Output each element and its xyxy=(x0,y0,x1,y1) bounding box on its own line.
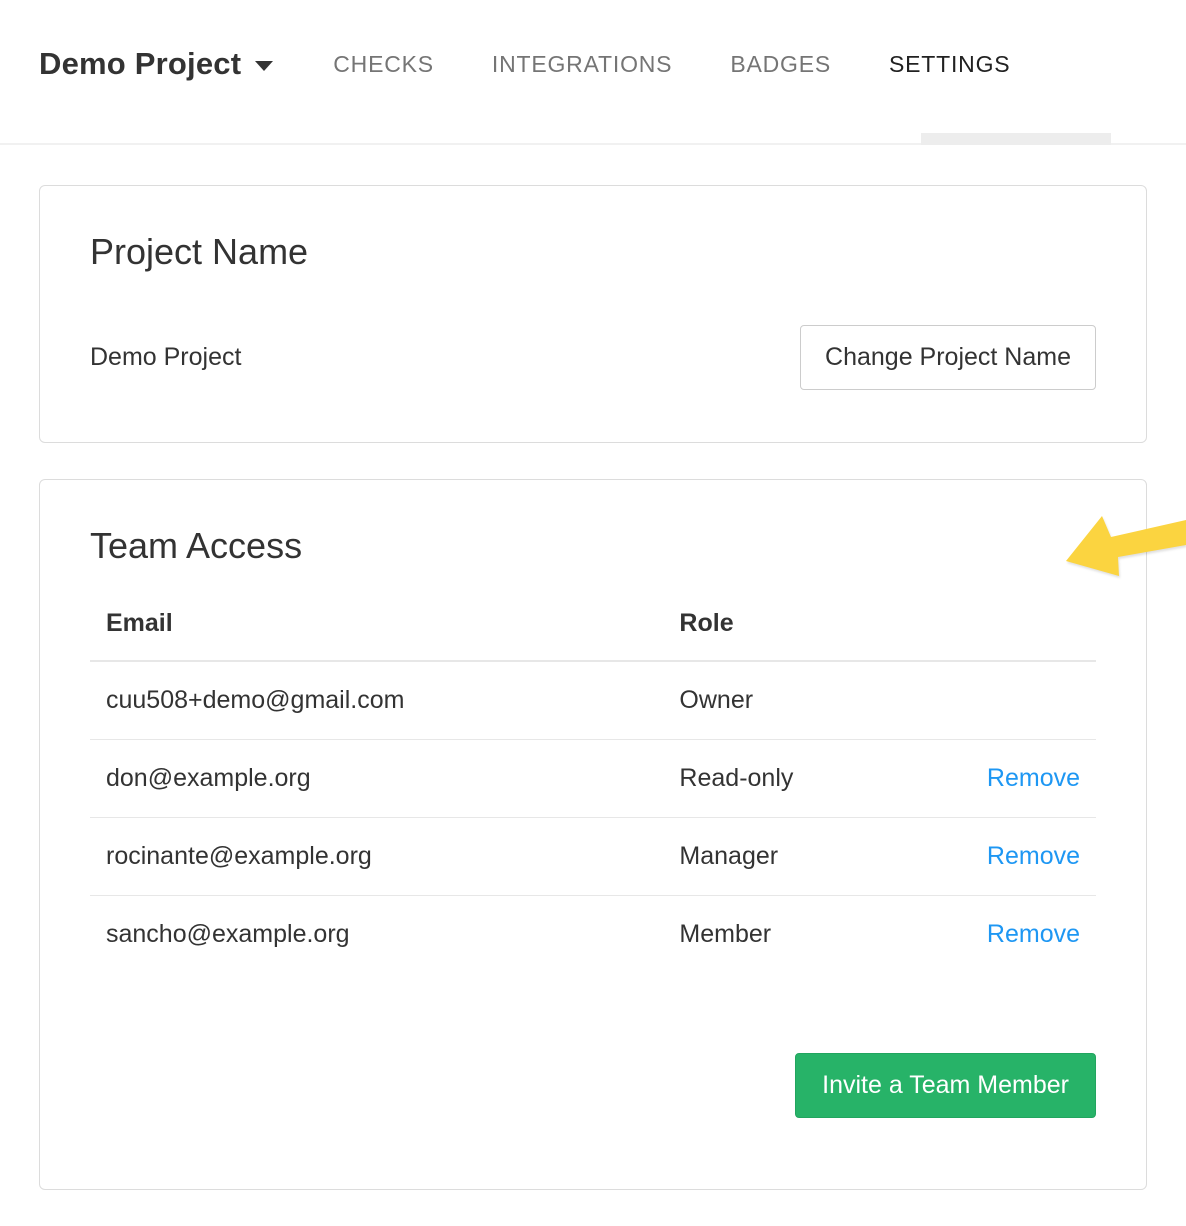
member-role: Manager xyxy=(663,818,955,896)
nav-tabs: CHECKS INTEGRATIONS BADGES SETTINGS xyxy=(333,51,1068,78)
column-header-actions xyxy=(955,609,1096,661)
table-row: cuu508+demo@gmail.com Owner xyxy=(90,661,1096,740)
member-actions: Remove xyxy=(955,740,1096,818)
project-switcher-dropdown[interactable]: Demo Project xyxy=(39,46,273,82)
active-tab-indicator xyxy=(921,133,1111,145)
remove-member-link[interactable]: Remove xyxy=(987,842,1080,870)
top-nav: Demo Project CHECKS INTEGRATIONS BADGES … xyxy=(0,0,1186,145)
caret-down-icon xyxy=(255,61,273,71)
table-header-row: Email Role xyxy=(90,609,1096,661)
table-row: rocinante@example.org Manager Remove xyxy=(90,818,1096,896)
member-actions: Remove xyxy=(955,896,1096,974)
team-members-table: Email Role cuu508+demo@gmail.com Owner d… xyxy=(90,609,1096,973)
member-email: don@example.org xyxy=(90,740,663,818)
tab-badges[interactable]: BADGES xyxy=(730,51,831,78)
project-title: Demo Project xyxy=(39,46,241,82)
member-actions xyxy=(955,661,1096,740)
tab-settings[interactable]: SETTINGS xyxy=(889,51,1010,78)
column-header-email: Email xyxy=(90,609,663,661)
current-project-name: Demo Project xyxy=(90,343,241,372)
column-header-role: Role xyxy=(663,609,955,661)
project-name-card-title: Project Name xyxy=(90,231,1096,273)
project-name-card: Project Name Demo Project Change Project… xyxy=(39,185,1147,443)
member-role: Member xyxy=(663,896,955,974)
member-email: rocinante@example.org xyxy=(90,818,663,896)
member-role: Owner xyxy=(663,661,955,740)
tab-checks[interactable]: CHECKS xyxy=(333,51,434,78)
tab-integrations[interactable]: INTEGRATIONS xyxy=(492,51,672,78)
change-project-name-button[interactable]: Change Project Name xyxy=(800,325,1096,390)
settings-page: Project Name Demo Project Change Project… xyxy=(0,185,1186,1190)
member-role: Read-only xyxy=(663,740,955,818)
member-email: cuu508+demo@gmail.com xyxy=(90,661,663,740)
invite-team-member-button[interactable]: Invite a Team Member xyxy=(795,1053,1096,1118)
remove-member-link[interactable]: Remove xyxy=(987,764,1080,792)
member-actions: Remove xyxy=(955,818,1096,896)
table-row: don@example.org Read-only Remove xyxy=(90,740,1096,818)
table-row: sancho@example.org Member Remove xyxy=(90,896,1096,974)
remove-member-link[interactable]: Remove xyxy=(987,920,1080,948)
team-access-card-title: Team Access xyxy=(90,525,1096,567)
team-access-card: Team Access Email Role cuu508+demo@gmail… xyxy=(39,479,1147,1190)
member-email: sancho@example.org xyxy=(90,896,663,974)
